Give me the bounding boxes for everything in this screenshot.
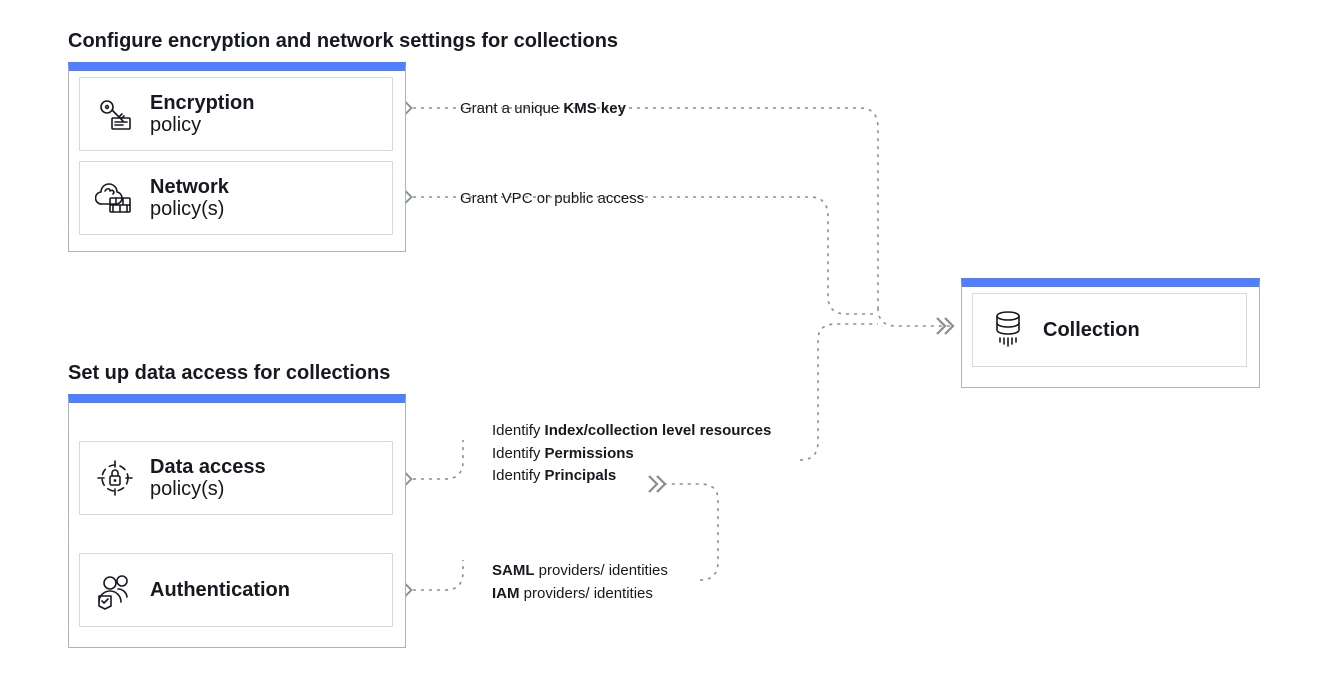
panel-encryption-network: Encryption policy Network policy(s) bbox=[68, 62, 406, 252]
card-collection: Collection bbox=[972, 293, 1247, 367]
users-check-icon bbox=[80, 570, 150, 610]
card-network-policy: Network policy(s) bbox=[79, 161, 393, 235]
card-subtitle: policy(s) bbox=[150, 198, 229, 220]
card-encryption-policy: Encryption policy bbox=[79, 77, 393, 151]
note-vpc: Grant VPC or public access bbox=[460, 188, 644, 211]
note-auth-lines: SAML providers/ identities IAM providers… bbox=[492, 560, 668, 605]
card-subtitle: policy(s) bbox=[150, 478, 266, 500]
card-title: Network bbox=[150, 176, 229, 198]
key-icon bbox=[80, 94, 150, 134]
card-title: Encryption bbox=[150, 92, 254, 114]
card-authentication: Authentication bbox=[79, 553, 393, 627]
section-title-data-access: Set up data access for collections bbox=[68, 362, 390, 385]
note-data-access-lines: Identify Index/collection level resource… bbox=[492, 420, 771, 488]
card-title: Authentication bbox=[150, 579, 290, 601]
database-streaming-icon bbox=[973, 308, 1043, 352]
lock-target-icon bbox=[80, 458, 150, 498]
card-title: Data access bbox=[150, 456, 266, 478]
note-kms: Grant a unique KMS key bbox=[460, 98, 626, 121]
card-subtitle: policy bbox=[150, 114, 254, 136]
network-firewall-icon bbox=[80, 178, 150, 218]
card-title: Collection bbox=[1043, 319, 1140, 341]
panel-collection: Collection bbox=[961, 278, 1260, 388]
section-title-encryption-network: Configure encryption and network setting… bbox=[68, 30, 618, 53]
card-data-access-policy: Data access policy(s) bbox=[79, 441, 393, 515]
panel-data-access: Data access policy(s) Authentication bbox=[68, 394, 406, 648]
